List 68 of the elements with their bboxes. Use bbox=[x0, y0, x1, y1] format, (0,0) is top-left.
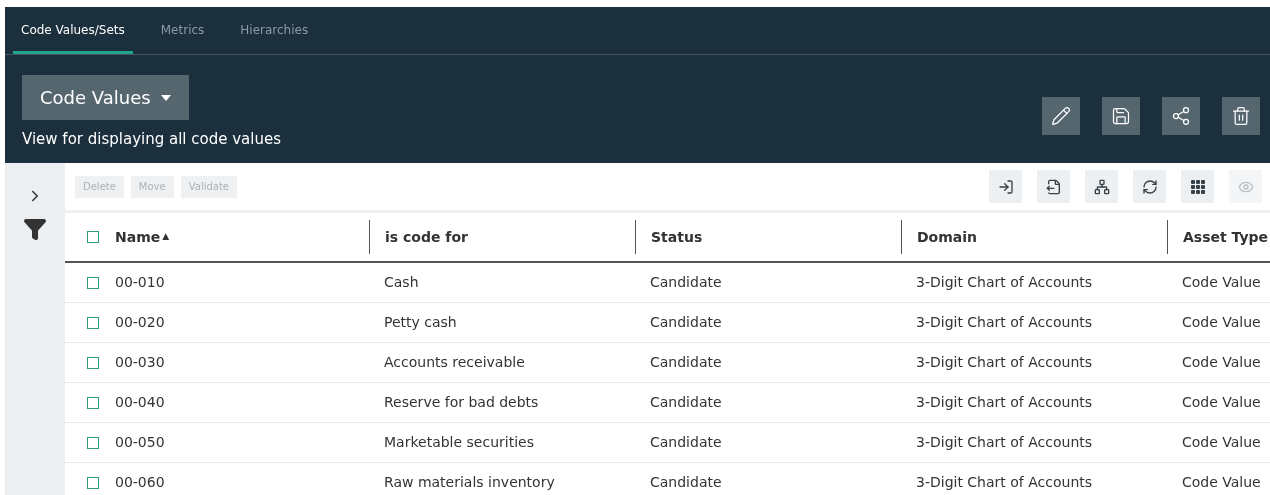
tab[interactable]: Code Values/Sets bbox=[13, 7, 133, 54]
column-header[interactable]: Domain bbox=[902, 226, 978, 248]
table-cell-text: Code Value bbox=[1181, 433, 1261, 452]
table-cell-text: 3-Digit Chart of Accounts bbox=[915, 353, 1093, 372]
caret-icon bbox=[160, 94, 171, 101]
table-cell-text: 00-030 bbox=[115, 353, 165, 372]
column-header[interactable]: Name bbox=[115, 226, 161, 248]
table-cell-text: 00-060 bbox=[115, 473, 165, 492]
table-cell-text: Candidate bbox=[649, 473, 722, 492]
table-cell-text: Code Value bbox=[1181, 393, 1261, 412]
save-icon bbox=[1111, 106, 1131, 126]
column-header[interactable]: is code for bbox=[370, 226, 468, 248]
share-icon bbox=[1171, 106, 1191, 126]
table-cell-text: 00-050 bbox=[115, 433, 165, 452]
checkbox[interactable] bbox=[87, 436, 99, 449]
export-button[interactable] bbox=[1037, 170, 1070, 203]
table-cell-text: Petty cash bbox=[383, 313, 457, 332]
import-icon bbox=[997, 178, 1014, 195]
table-cell-text: 00-010 bbox=[115, 273, 165, 292]
trash-icon bbox=[1231, 106, 1251, 126]
table-cell-text: Code Value bbox=[1181, 273, 1261, 292]
tab[interactable]: Metrics bbox=[152, 7, 213, 54]
table-cell-text: 00-040 bbox=[115, 393, 165, 412]
table-cell-text: Reserve for bad debts bbox=[383, 393, 539, 412]
checkbox[interactable] bbox=[87, 396, 99, 409]
table-cell-text: 00-020 bbox=[115, 313, 165, 332]
filter-icon[interactable] bbox=[23, 217, 47, 241]
delete-button[interactable] bbox=[1222, 97, 1260, 135]
checkbox[interactable] bbox=[87, 356, 99, 369]
table-cell-text: 3-Digit Chart of Accounts bbox=[915, 433, 1093, 452]
tab[interactable]: Hierarchies bbox=[232, 7, 317, 54]
grid-icon bbox=[1189, 178, 1206, 195]
hierarchy-button[interactable] bbox=[1085, 170, 1118, 203]
table-cell-text: 3-Digit Chart of Accounts bbox=[915, 273, 1093, 292]
import-button[interactable] bbox=[989, 170, 1022, 203]
table-cell-text: Candidate bbox=[649, 273, 722, 292]
column-header[interactable]: Status bbox=[636, 226, 703, 248]
table-cell-text: Candidate bbox=[649, 313, 722, 332]
hierarchy-icon bbox=[1093, 178, 1110, 195]
table-cell-text: 3-Digit Chart of Accounts bbox=[915, 393, 1093, 412]
table-cell-text: Code Value bbox=[1181, 353, 1261, 372]
column-header[interactable]: Asset Type bbox=[1168, 226, 1269, 248]
table-cell-text: Cash bbox=[383, 273, 419, 292]
share-button[interactable] bbox=[1162, 97, 1200, 135]
refresh-icon bbox=[1141, 178, 1158, 195]
table-cell-text: Code Value bbox=[1181, 473, 1261, 492]
table-cell-text: Accounts receivable bbox=[383, 353, 525, 372]
grid-button[interactable] bbox=[1181, 170, 1214, 203]
table-cell-text: Candidate bbox=[649, 353, 722, 372]
table-cell-text: Candidate bbox=[649, 433, 722, 452]
checkbox[interactable] bbox=[87, 316, 99, 329]
checkbox[interactable] bbox=[87, 231, 99, 243]
checkbox[interactable] bbox=[87, 276, 99, 289]
table-cell-text: Raw materials inventory bbox=[383, 473, 555, 492]
save-button[interactable] bbox=[1102, 97, 1140, 135]
refresh-button[interactable] bbox=[1133, 170, 1166, 203]
table-cell-text: 3-Digit Chart of Accounts bbox=[915, 473, 1093, 492]
table-cell-text: Code Value bbox=[1181, 313, 1261, 332]
export-icon bbox=[1045, 178, 1062, 195]
table-cell-text: 3-Digit Chart of Accounts bbox=[915, 313, 1093, 332]
view-dropdown[interactable]: Code Values bbox=[22, 75, 189, 120]
sort-indicator: ▲ bbox=[162, 230, 170, 244]
edit-button[interactable] bbox=[1042, 97, 1080, 135]
table-cell-text: Candidate bbox=[649, 393, 722, 412]
table-cell-text: Marketable securities bbox=[383, 433, 534, 452]
view-description: View for displaying all code values bbox=[22, 129, 281, 150]
checkbox[interactable] bbox=[87, 476, 99, 489]
pencil-icon bbox=[1051, 106, 1071, 126]
